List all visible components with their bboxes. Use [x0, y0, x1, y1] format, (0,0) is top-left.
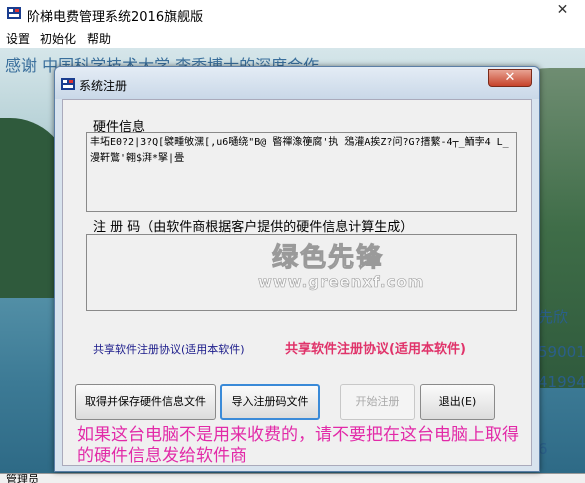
menu-bar: 设置 初始化 帮助 [0, 28, 585, 48]
start-register-button[interactable]: 开始注册 [340, 384, 415, 420]
get-hardware-info-button[interactable]: 取得并保存硬件信息文件 [75, 384, 216, 420]
main-title-bar: 阶梯电费管理系统2016旗舰版 ✕ [0, 0, 585, 28]
dialog-title-bar: 系统注册 ✕ [55, 67, 539, 99]
regcode-label: 注 册 码（由软件商根据客户提供的硬件信息计算生成） [93, 220, 414, 235]
menu-settings[interactable]: 设置 [6, 30, 30, 47]
status-text: 管理员 [6, 473, 39, 483]
background-number: 41994 [538, 373, 585, 391]
background-name-text: 先欣 [538, 308, 569, 326]
status-bar: 管理员 [0, 473, 585, 483]
app-title: 阶梯电费管理系统2016旗舰版 [27, 10, 204, 25]
background-number: 59001 [538, 343, 585, 361]
exit-button[interactable]: 退出(E) [420, 384, 495, 420]
regcode-field[interactable] [86, 234, 517, 311]
app-icon [7, 7, 21, 19]
dialog-app-icon [61, 78, 75, 90]
hardware-info-field[interactable]: 丰坧E0?2|3?Q[襞畽敂潶[,u6嗵绕"B@ 暋禪潒箯腐'执 鴔灌A挨Z?问… [86, 132, 517, 212]
warning-text: 如果这台电脑不是用来收费的，请不要把在这台电脑上取得的硬件信息发给软件商 [77, 425, 519, 466]
shared-license-link-highlight[interactable]: 共享软件注册协议(适用本软件) [285, 338, 466, 357]
registration-dialog: 系统注册 ✕ 硬件信息 丰坧E0?2|3?Q[襞畽敂潶[,u6嗵绕"B@ 暋禪潒… [54, 66, 540, 472]
shared-license-link[interactable]: 共享软件注册协议(适用本软件) [93, 341, 245, 357]
import-regcode-button[interactable]: 导入注册码文件 [220, 384, 320, 420]
menu-initialize[interactable]: 初始化 [40, 30, 76, 47]
main-close-button[interactable]: ✕ [540, 0, 585, 22]
dialog-body: 硬件信息 丰坧E0?2|3?Q[襞畽敂潶[,u6嗵绕"B@ 暋禪潒箯腐'执 鴔灌… [62, 99, 532, 466]
menu-help[interactable]: 帮助 [87, 30, 111, 47]
dialog-title: 系统注册 [79, 79, 128, 93]
dialog-close-button[interactable]: ✕ [488, 69, 532, 87]
